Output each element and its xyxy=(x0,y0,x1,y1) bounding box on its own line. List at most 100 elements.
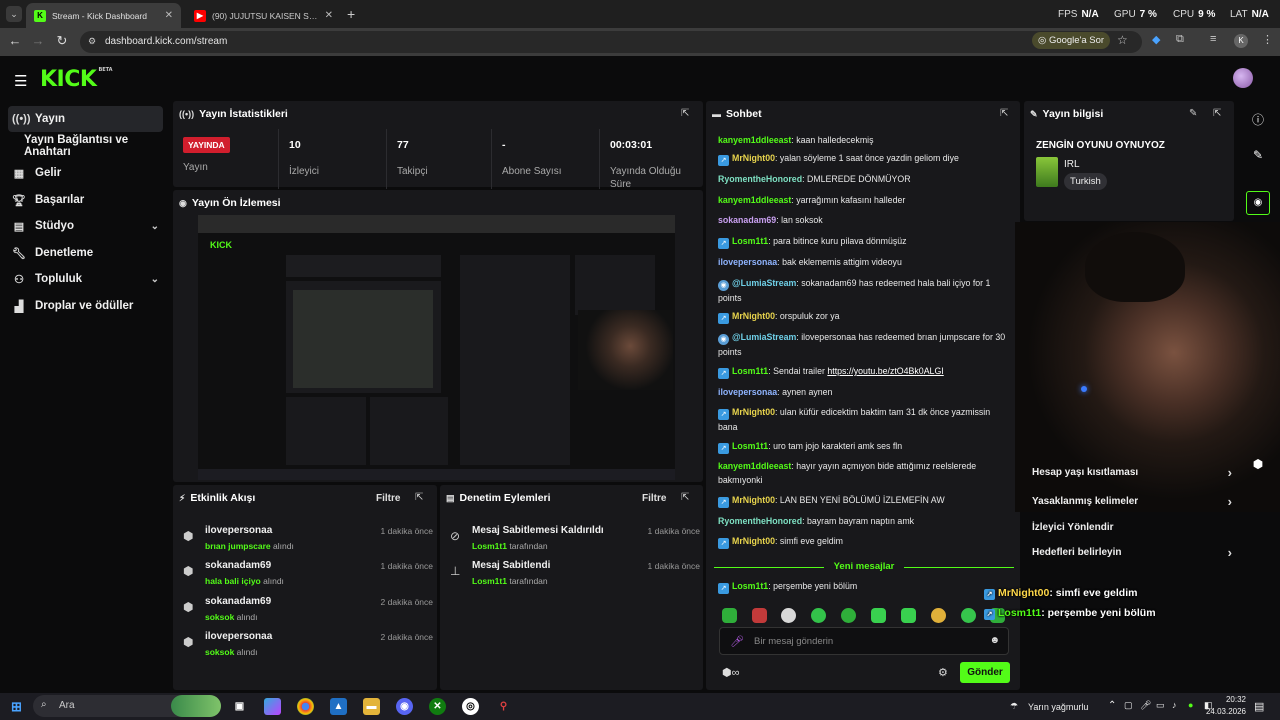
chat-username[interactable]: @LumiaStream xyxy=(732,332,796,342)
tray-chevron-icon[interactable]: ⌃ xyxy=(1108,700,1116,711)
chat-link[interactable]: https://youtu.be/ztO4Bk0ALGI xyxy=(827,366,943,376)
emote-icon[interactable] xyxy=(841,608,856,623)
popout-icon[interactable]: ⇱ xyxy=(415,492,423,503)
back-arrow-icon[interactable]: ← xyxy=(6,33,24,48)
chat-message[interactable]: ↗ Losm1t1: para bitince kuru pilava dönmü… xyxy=(718,234,1008,249)
edit-pencil-icon[interactable]: ✎ xyxy=(1189,108,1197,119)
more-menu-icon[interactable]: ⋮ xyxy=(1262,33,1273,46)
pencil-icon[interactable]: ✎ xyxy=(1248,148,1268,162)
weather-icon[interactable]: ☂ xyxy=(1010,701,1018,712)
sidebar-item-yayin[interactable]: ((•)) Yayın xyxy=(8,106,163,132)
activity-filter-button[interactable]: Filtre xyxy=(376,493,400,504)
chat-username[interactable]: MrNight00 xyxy=(732,407,775,417)
chat-message[interactable]: RyomentheHonored: DMLEREDE DÖNMÜYOR xyxy=(718,172,1008,186)
chat-username[interactable]: Losm1t1 xyxy=(732,236,768,246)
popout-icon[interactable]: ⇱ xyxy=(1213,108,1221,119)
address-bar[interactable]: ⚙ dashboard.kick.com/stream xyxy=(80,31,1142,53)
chat-username[interactable]: Losm1t1 xyxy=(732,581,768,591)
sidebar-item-basarilar[interactable]: 🏆︎ Başarılar xyxy=(8,187,163,213)
chat-username[interactable]: kanyem1ddleeast xyxy=(718,195,791,205)
reload-icon[interactable]: ↻ xyxy=(53,33,71,49)
chat-message[interactable]: ◉ @LumiaStream: sokanadam69 has redeemed … xyxy=(718,276,1008,305)
bookmark-star-icon[interactable]: ☆ xyxy=(1117,33,1128,47)
stream-preview-toggle-icon[interactable]: ◉ xyxy=(1246,191,1270,215)
chat-message[interactable]: kanyem1ddleeast: kaan halledecekmiş xyxy=(718,133,1008,147)
setting-banned-words[interactable]: Yasaklanmış kelimeler › xyxy=(1032,494,1232,509)
points-icon[interactable]: ⬢ xyxy=(1248,457,1268,471)
chat-message[interactable]: ↗ MrNight00: simfi eve geldim xyxy=(718,534,1008,549)
emote-icon[interactable] xyxy=(752,608,767,623)
google-ask-button[interactable]: ◎ Google'a Sor xyxy=(1032,32,1110,49)
chat-message[interactable]: kanyem1ddleeast: yarrağımın kafasını hal… xyxy=(718,193,1008,207)
chrome-icon[interactable] xyxy=(297,698,314,715)
chat-username[interactable]: Losm1t1 xyxy=(732,441,768,451)
microphone-icon[interactable]: 🎤︎ xyxy=(730,635,744,648)
moderation-filter-button[interactable]: Filtre xyxy=(642,493,666,504)
volume-icon[interactable]: ♪ xyxy=(1172,700,1177,710)
profile-avatar[interactable]: K xyxy=(1234,34,1248,48)
emote-icon[interactable] xyxy=(781,608,796,623)
xbox-icon[interactable]: ✕ xyxy=(429,698,446,715)
send-button[interactable]: Gönder xyxy=(960,662,1010,683)
chat-message[interactable]: ↗ MrNight00: yalan söyleme 1 saat önce ya… xyxy=(718,151,1008,166)
setting-account-age[interactable]: Hesap yaşı kısıtlaması › xyxy=(1032,465,1232,480)
chat-message[interactable]: ↗ Losm1t1: perşembe yeni bölüm xyxy=(718,579,1008,594)
microphone-tray-icon[interactable]: 🎤︎ xyxy=(1140,700,1151,711)
chat-message[interactable]: ↗ MrNight00: ulan küfür edicektim baktim … xyxy=(718,405,1008,434)
sidebar-item-studyo[interactable]: ▤ Stüdyo ⌄ xyxy=(8,213,163,239)
info-icon[interactable]: ⓘ xyxy=(1248,111,1268,128)
emote-icon[interactable] xyxy=(931,608,946,623)
notification-icon[interactable]: ▤ xyxy=(1254,700,1264,713)
user-avatar[interactable] xyxy=(1233,68,1253,88)
chat-username[interactable]: ilovepersonaa xyxy=(718,257,777,267)
close-tab-icon[interactable]: ✕ xyxy=(165,10,173,21)
weather-text[interactable]: Yarın yağmurlu xyxy=(1028,702,1088,712)
chat-message[interactable]: RyomentheHonored: bayram bayram naptın a… xyxy=(718,514,1008,528)
kick-logo[interactable]: KICK BETA xyxy=(40,67,113,92)
chat-message[interactable]: kanyem1ddleeast: hayır yayın açmıyon bid… xyxy=(718,459,1008,487)
chat-username[interactable]: MrNight00 xyxy=(732,311,775,321)
chat-username[interactable]: MrNight00 xyxy=(732,153,775,163)
forward-arrow-icon[interactable]: → xyxy=(29,33,47,48)
popout-icon[interactable]: ⇱ xyxy=(1000,108,1008,119)
nvidia-icon[interactable]: ● xyxy=(1188,700,1193,710)
site-info-icon[interactable]: ⚙ xyxy=(88,36,100,48)
settings-gear-icon[interactable]: ⚙ xyxy=(938,666,948,679)
setting-goals[interactable]: Hedefleri belirleyin › xyxy=(1032,545,1232,560)
emoji-icon[interactable]: ☻ xyxy=(989,635,1000,646)
emote-icon[interactable] xyxy=(722,608,737,623)
new-tab-icon[interactable]: + xyxy=(347,6,355,22)
chat-message[interactable]: ◉ @LumiaStream: ilovepersonaa has redeeme… xyxy=(718,330,1008,359)
chat-message[interactable]: sokanadam69: lan soksok xyxy=(718,213,1008,227)
chat-username[interactable]: @LumiaStream xyxy=(732,278,796,288)
chat-username[interactable]: MrNight00 xyxy=(732,536,775,546)
chat-username[interactable]: ilovepersonaa xyxy=(718,387,777,397)
tray-app-icon[interactable]: ▢ xyxy=(1124,700,1133,711)
sidebar-item-stream-key[interactable]: Yayın Bağlantısı ve Anahtarı xyxy=(8,133,163,159)
taskbar-search[interactable]: ⌕ Ara xyxy=(33,695,221,717)
chat-message[interactable]: ilovepersonaa: aynen aynen xyxy=(718,385,1008,399)
task-view-icon[interactable]: ▣ xyxy=(231,698,248,715)
chat-message[interactable]: ↗ Losm1t1: uro tam jojo karakteri amk ses… xyxy=(718,439,1008,454)
chat-message[interactable]: ↗ Losm1t1: Sendai trailer https://youtu.b… xyxy=(718,364,1008,379)
category-name[interactable]: IRL xyxy=(1064,159,1080,170)
chat-message[interactable]: ↗ MrNight00: LAN BEN YENİ BÖLÜMÜ İZLEMEFİ… xyxy=(718,493,1008,508)
emote-icon[interactable] xyxy=(871,608,886,623)
chat-input[interactable]: 🎤︎ Bir mesaj gönderin ☻ xyxy=(719,627,1009,655)
hamburger-menu-icon[interactable]: ☰ xyxy=(14,72,27,90)
chat-message[interactable]: ilovepersonaa: bak eklememis attigim vid… xyxy=(718,255,1008,269)
app-icon[interactable]: ▲ xyxy=(330,698,347,715)
popout-icon[interactable]: ⇱ xyxy=(681,108,689,119)
tab-kick-dashboard[interactable]: K Stream - Kick Dashboard ✕ xyxy=(26,3,181,28)
sidebar-item-denetleme[interactable]: 🔧︎ Denetleme xyxy=(8,240,163,266)
windows-start-icon[interactable]: ⊞ xyxy=(8,698,25,715)
reading-list-icon[interactable]: ≡ xyxy=(1210,33,1216,45)
setting-redirect-viewers[interactable]: İzleyici Yönlendir xyxy=(1032,522,1232,533)
emote-icon[interactable] xyxy=(961,608,976,623)
sidebar-item-gelir[interactable]: ▦ Gelir xyxy=(8,160,163,186)
clock-date[interactable]: 24.03.2026 xyxy=(1202,707,1246,716)
tab-search-chevron-icon[interactable]: ⌄ xyxy=(6,6,22,22)
sidebar-item-droplar[interactable]: ▟ Droplar ve ödüller xyxy=(8,293,163,319)
close-tab-icon[interactable]: ✕ xyxy=(325,10,333,21)
points-icon[interactable]: ⬢∞ xyxy=(722,666,739,679)
